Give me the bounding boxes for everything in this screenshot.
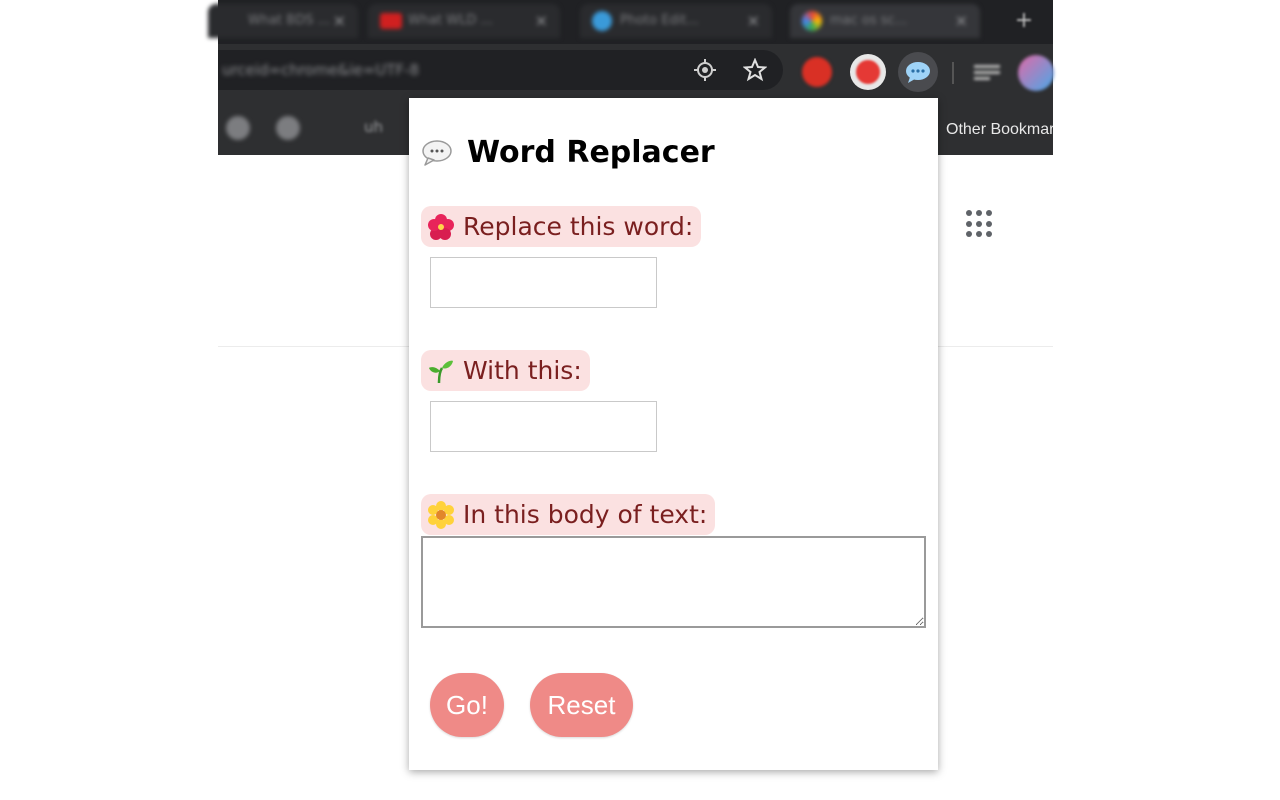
bookmark-item[interactable]: uh [364,118,383,136]
close-icon[interactable]: × [535,11,548,30]
browser-tab-active[interactable]: mac os sc... × [790,4,980,38]
word-replacer-popup: Word Replacer Replace this word: With th… [409,98,938,770]
go-button[interactable]: Go! [430,673,504,737]
apps-grid-icon[interactable] [966,210,994,238]
with-this-input[interactable] [430,401,657,452]
tab-title: mac os sc... [830,13,908,28]
browser-tab[interactable]: What WLD ... × [368,4,560,38]
word-replacer-extension-icon[interactable] [898,52,938,92]
tab-title: Photo Edit... [620,13,699,28]
popup-title: Word Replacer [467,134,715,170]
popup-header: Word Replacer [421,132,715,172]
hibiscus-icon [427,213,455,241]
bookmark-favicon[interactable] [226,116,250,140]
speech-bubble-icon [421,139,452,166]
adblock-icon[interactable] [850,54,886,90]
address-bar[interactable]: urceid=chrome&ie=UTF-8 [218,50,783,90]
other-bookmarks-folder[interactable]: Other Bookmarks [946,121,1053,139]
body-of-text-textarea[interactable] [421,536,926,628]
tab-strip: What BDS ... × What WLD ... × Photo Edit… [208,0,1053,44]
tab-title: What BDS ... [248,13,330,28]
tab-title: What WLD ... [408,13,493,28]
bookmark-favicon[interactable] [276,116,300,140]
google-icon [802,11,822,31]
close-icon[interactable]: × [333,11,346,30]
with-this-label-text: With this: [463,356,582,385]
replace-word-label-text: Replace this word: [463,212,694,241]
browser-tab[interactable]: Photo Edit... × [580,4,772,38]
new-tab-button[interactable]: + [1009,6,1039,36]
browser-tab[interactable]: What BDS ... × [208,4,358,38]
seedling-icon [427,357,455,385]
close-icon[interactable]: × [955,11,968,30]
body-of-text-label: In this body of text: [421,494,716,535]
bookmark-star-icon[interactable] [742,57,768,82]
reset-button[interactable]: Reset [530,673,633,737]
photo-editor-icon [592,11,612,31]
url-text: urceid=chrome&ie=UTF-8 [222,61,420,79]
profile-avatar[interactable] [1018,55,1054,91]
extension-icon[interactable] [802,57,832,87]
replace-word-input[interactable] [430,257,657,308]
youtube-icon [380,13,402,29]
toolbar-divider [952,62,954,84]
sunflower-icon [427,500,455,529]
reading-list-icon[interactable] [974,62,1000,84]
location-icon[interactable] [693,58,717,82]
replace-word-label: Replace this word: [421,206,702,247]
screen: What BDS ... × What WLD ... × Photo Edit… [0,0,1280,800]
body-of-text-label-text: In this body of text: [463,500,708,529]
close-icon[interactable]: × [747,11,760,30]
with-this-label: With this: [421,350,590,391]
